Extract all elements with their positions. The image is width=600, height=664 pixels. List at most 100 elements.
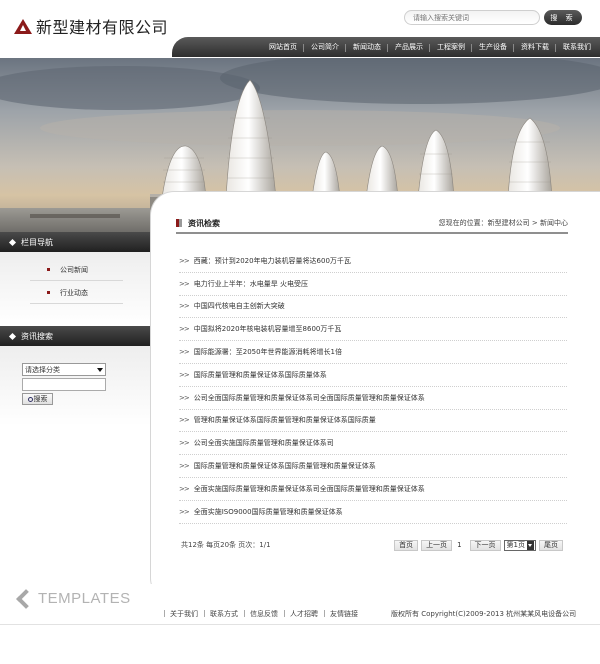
double-chevron-icon: >> [179, 416, 190, 425]
footer-links: 关于我们 联系方式 信息反馈 人才招聘 友情链接 [164, 609, 364, 619]
section-icon [176, 219, 182, 227]
prev-page-button[interactable]: 上一页 [421, 539, 453, 551]
footer-link-contact[interactable]: 联系方式 [204, 609, 244, 619]
dropdown-arrow-icon [527, 540, 534, 550]
news-item[interactable]: >> 电力行业上半年：水电量旱 火电受压 [179, 273, 567, 296]
page-select[interactable]: 第1页 [503, 539, 536, 551]
magnifier-icon [27, 396, 33, 402]
double-chevron-icon: >> [179, 348, 190, 357]
sidebar-item-label: 公司新闻 [60, 265, 88, 274]
sidebar-search-box: 请选择分类 搜索 [0, 346, 150, 426]
sidebar-nav-header: 栏目导航 [0, 232, 150, 252]
dropdown-arrow-icon [97, 367, 103, 372]
news-title: 电力行业上半年：水电量旱 火电受压 [193, 279, 308, 288]
news-title: 全面实施ISO9000国际质量管理和质量保证体系 [193, 507, 343, 516]
diamond-icon [8, 332, 17, 340]
sidebar-item-label: 行业动态 [60, 288, 88, 297]
news-title: 中国四代核电自主创新大突破 [193, 302, 285, 311]
category-select-value: 请选择分类 [25, 365, 60, 374]
bullet-icon [47, 268, 50, 271]
news-title: 西藏：预计到2020年电力装机容量将达600万千瓦 [193, 256, 351, 265]
news-title: 公司全面实施国际质量管理和质量保证体系司 [193, 439, 334, 448]
first-page-button[interactable]: 首页 [394, 539, 419, 551]
category-select[interactable]: 请选择分类 [22, 363, 106, 376]
section-title: 资讯检索 [188, 218, 220, 228]
main-content: 资讯检索 您现在的位置：新型建材公司 > 新闻中心 >> 西藏：预计到2020年电… [150, 191, 600, 602]
nav-item-products[interactable]: 产品展示 [387, 42, 430, 52]
news-title: 全面实施国际质量管理和质量保证体系司全面国际质量管理和质量保证体系 [193, 484, 425, 493]
news-title: 国际质量管理和质量保证体系国际质量体系 [193, 370, 327, 379]
nav-item-cases[interactable]: 工程案例 [429, 42, 472, 52]
templates-logo-icon [16, 591, 32, 607]
double-chevron-icon: >> [179, 484, 190, 493]
footer-link-friends[interactable]: 友情链接 [324, 609, 364, 619]
nav-item-downloads[interactable]: 资料下载 [513, 42, 556, 52]
nav-item-equipment[interactable]: 生产设备 [471, 42, 514, 52]
search-button[interactable]: 搜 索 [544, 10, 582, 25]
nav-item-contact[interactable]: 联系我们 [555, 42, 598, 52]
news-list: >> 西藏：预计到2020年电力装机容量将达600万千瓦 >> 电力行业上半年：水电… [179, 250, 567, 524]
page-select-value: 第1页 [506, 541, 525, 549]
current-page-number: 1 [457, 541, 462, 549]
news-item[interactable]: >> 西藏：预计到2020年电力装机容量将达600万千瓦 [179, 250, 567, 273]
sidebar-search-button[interactable]: 搜索 [22, 393, 53, 405]
pagination-controls: 首页 上一页 1 下一页 第1页 尾页 [391, 539, 563, 551]
double-chevron-icon: >> [179, 393, 190, 402]
double-chevron-icon: >> [179, 507, 190, 516]
sidebar-item-industry-news[interactable]: 行业动态 [30, 282, 123, 304]
news-title: 公司全面国际质量管理和质量保证体系司全面国际质量管理和质量保证体系 [193, 393, 425, 402]
site-logo[interactable]: 新型建材有限公司 [14, 14, 168, 38]
sidebar-item-company-news[interactable]: 公司新闻 [30, 259, 123, 281]
section-title-wrap: 资讯检索 [176, 218, 220, 229]
double-chevron-icon: >> [179, 325, 190, 334]
news-item[interactable]: >> 全面实施国际质量管理和质量保证体系司全面国际质量管理和质量保证体系 [179, 478, 567, 501]
news-item[interactable]: >> 中国四代核电自主创新大突破 [179, 296, 567, 319]
bullet-icon [47, 291, 50, 294]
sidebar-search-title: 资讯搜索 [21, 331, 53, 341]
double-chevron-icon: >> [179, 256, 190, 265]
footer-link-feedback[interactable]: 信息反馈 [244, 609, 284, 619]
news-item[interactable]: >> 国际质量管理和质量保证体系国际质量体系 [179, 364, 567, 387]
header-search: 搜 索 [404, 10, 582, 25]
footer-divider [0, 624, 600, 625]
sidebar-search-form: 请选择分类 搜索 [22, 363, 106, 405]
double-chevron-icon: >> [179, 370, 190, 379]
site-name: 新型建材有限公司 [36, 18, 169, 37]
news-item[interactable]: >> 管理和质量保证体系国际质量管理和质量保证体系国际质量 [179, 410, 567, 433]
header: 新型建材有限公司 搜 索 网站首页 公司简介 新闻动态 产品展示 工程案例 生产… [0, 0, 600, 58]
section-header: 资讯检索 您现在的位置：新型建材公司 > 新闻中心 [176, 214, 568, 234]
news-title: 国际质量管理和质量保证体系国际质量管理和质量保证体系 [193, 462, 376, 471]
sidebar-nav-box: 公司新闻 行业动态 [0, 252, 150, 326]
news-item[interactable]: >> 国际质量管理和质量保证体系国际质量管理和质量保证体系 [179, 455, 567, 478]
keyword-input[interactable] [22, 378, 106, 391]
news-item[interactable]: >> 国际能源署：至2050年世界能源消耗将增长1倍 [179, 341, 567, 364]
sidebar-search-header: 资讯搜索 [0, 326, 150, 346]
double-chevron-icon: >> [179, 462, 190, 471]
diamond-icon [8, 238, 17, 246]
next-page-button[interactable]: 下一页 [469, 539, 501, 551]
logo-icon [14, 18, 32, 34]
templates-logo-text: TEMPLATES [38, 590, 131, 607]
pagination-info: 共12条 每页20条 页次：1/1 [181, 541, 271, 549]
news-item[interactable]: >> 全面实施ISO9000国际质量管理和质量保证体系 [179, 501, 567, 524]
news-title: 中国拟将2020年核电装机容量增至8600万千瓦 [193, 325, 342, 334]
news-item[interactable]: >> 中国拟将2020年核电装机容量增至8600万千瓦 [179, 318, 567, 342]
footer-link-jobs[interactable]: 人才招聘 [284, 609, 324, 619]
news-item[interactable]: >> 公司全面国际质量管理和质量保证体系司全面国际质量管理和质量保证体系 [179, 387, 567, 410]
breadcrumb: 您现在的位置：新型建材公司 > 新闻中心 [438, 219, 568, 227]
last-page-button[interactable]: 尾页 [539, 539, 563, 551]
sidebar-search-button-label: 搜索 [33, 395, 48, 403]
nav-item-home[interactable]: 网站首页 [262, 42, 304, 52]
sidebar-nav-title: 栏目导航 [21, 237, 53, 247]
news-title: 国际能源署：至2050年世界能源消耗将增长1倍 [193, 348, 343, 357]
pagination: 共12条 每页20条 页次：1/1 首页 上一页 1 下一页 第1页 尾页 [181, 537, 563, 553]
search-input[interactable] [404, 10, 540, 25]
footer-link-about[interactable]: 关于我们 [164, 609, 204, 619]
nav-item-about[interactable]: 公司简介 [303, 42, 346, 52]
nav-item-news[interactable]: 新闻动态 [345, 42, 388, 52]
news-item[interactable]: >> 公司全面实施国际质量管理和质量保证体系司 [179, 432, 567, 456]
news-title: 管理和质量保证体系国际质量管理和质量保证体系国际质量 [193, 416, 376, 425]
copyright: 版权所有 Copyright(C)2009-2013 杭州某某风电设备公司 [391, 610, 577, 618]
double-chevron-icon: >> [179, 439, 190, 448]
main-nav: 网站首页 公司简介 新闻动态 产品展示 工程案例 生产设备 资料下载 联系我们 [172, 37, 600, 57]
